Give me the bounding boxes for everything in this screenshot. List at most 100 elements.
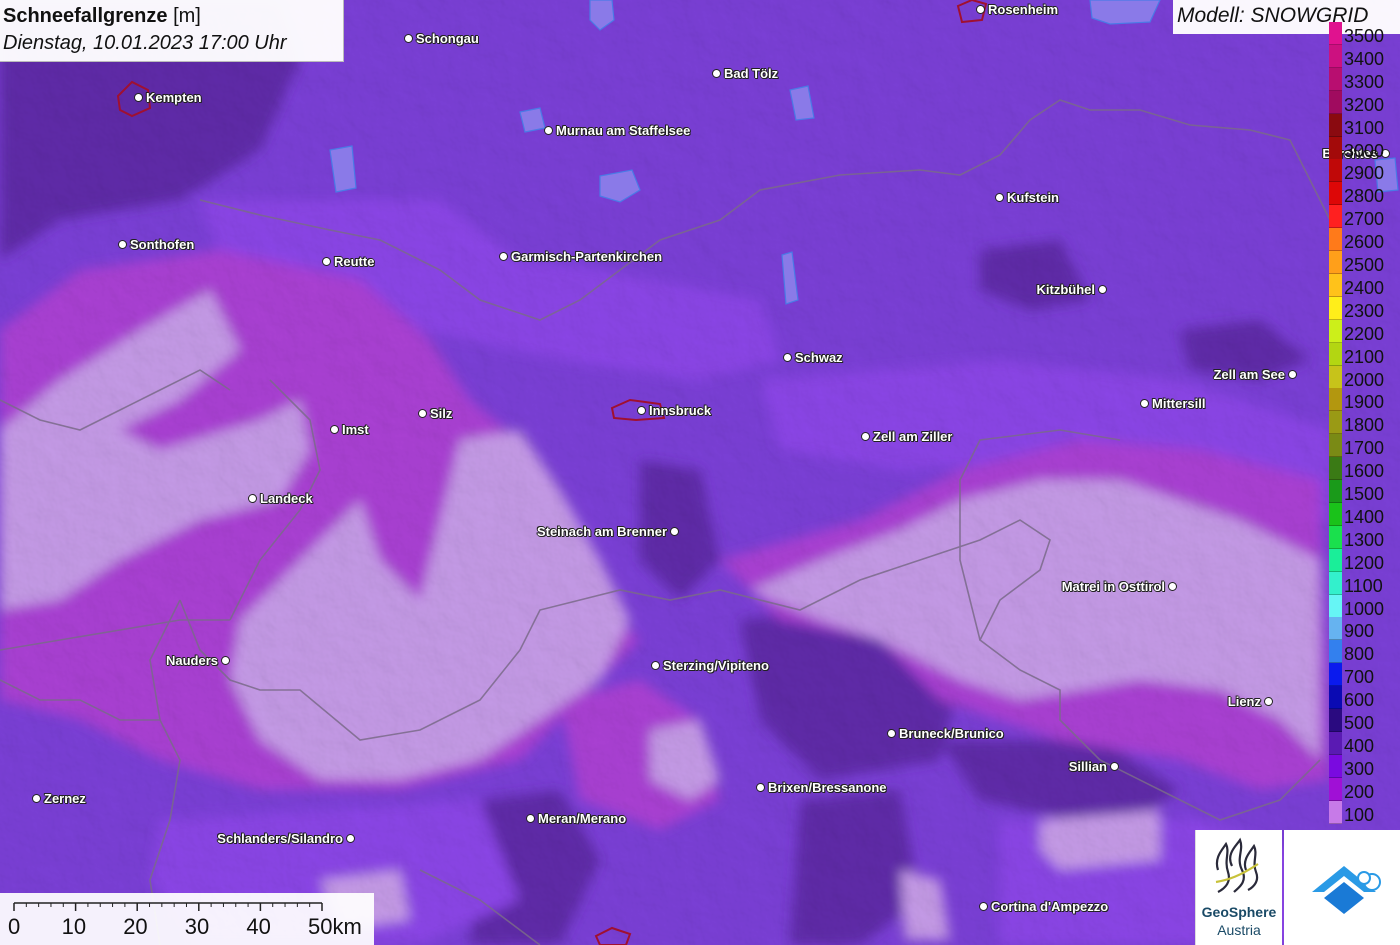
city-nauders[interactable]: Nauders <box>163 653 230 668</box>
legend-label: 700 <box>1344 667 1375 688</box>
city-schongau[interactable]: Schongau <box>404 31 482 46</box>
city-murnau[interactable]: Murnau am Staffelsee <box>544 122 693 138</box>
cloud-house-icon <box>1312 866 1381 914</box>
city-reutte[interactable]: Reutte <box>322 254 377 269</box>
city-dot <box>1110 761 1119 771</box>
legend-swatch <box>1329 22 1342 45</box>
legend-row: 2100 <box>1328 342 1400 367</box>
city-label: Kempten <box>146 89 202 105</box>
legend-label: 1600 <box>1344 461 1385 482</box>
city-dot <box>783 352 792 362</box>
city-dot <box>651 660 660 670</box>
city-schwaz[interactable]: Schwaz <box>783 349 846 365</box>
map-stage[interactable]: Rosenheim Schongau Kempten Bad Tölz Murn… <box>0 0 1400 945</box>
city-mittersill[interactable]: Mittersill <box>1140 396 1208 411</box>
legend-row: 2300 <box>1328 296 1400 320</box>
city-dot <box>221 655 230 665</box>
city-innsbruck[interactable]: Innsbruck <box>637 403 714 418</box>
legend-swatch <box>1329 296 1342 320</box>
map-title: Schneefallgrenze <box>3 5 168 27</box>
legend-label: 400 <box>1344 735 1375 756</box>
city-zell-am-ziller[interactable]: Zell am Ziller <box>861 429 955 444</box>
city-label: Murnau am Staffelsee <box>556 122 691 138</box>
city-sonthofen[interactable]: Sonthofen <box>118 237 197 252</box>
city-label: Schwaz <box>795 349 843 365</box>
city-kufstein[interactable]: Kufstein <box>995 190 1062 205</box>
city-dot <box>1168 581 1177 591</box>
legend-label: 100 <box>1344 804 1375 825</box>
city-silz[interactable]: Silz <box>418 405 455 421</box>
city-dot <box>118 239 127 249</box>
legend-label: 2700 <box>1344 209 1385 230</box>
city-dot <box>248 493 257 503</box>
legend-swatch <box>1329 594 1342 618</box>
legend-row: 1800 <box>1328 411 1400 435</box>
city-label: Bruneck/Brunico <box>899 725 1004 741</box>
legend-label: 200 <box>1344 781 1375 802</box>
city-sillian[interactable]: Sillian <box>1066 759 1119 774</box>
city-bruneck[interactable]: Bruneck/Brunico <box>887 725 1007 741</box>
city-kitzbuehel[interactable]: Kitzbühel <box>1034 281 1107 297</box>
scale-tick-label: 0 <box>8 914 21 939</box>
legend-swatch <box>1329 777 1342 801</box>
legend-swatch <box>1329 411 1342 435</box>
legend-label: 3300 <box>1344 71 1385 92</box>
city-dot <box>346 833 355 843</box>
legend-swatch <box>1329 502 1342 526</box>
snowline-map[interactable] <box>0 0 1400 945</box>
city-dot <box>134 92 143 102</box>
city-sterzing[interactable]: Sterzing/Vipiteno <box>651 658 772 673</box>
legend-row: 1000 <box>1328 594 1400 619</box>
city-landeck[interactable]: Landeck <box>248 490 316 506</box>
legend-label: 900 <box>1344 621 1375 642</box>
city-meran[interactable]: Meran/Merano <box>526 810 629 826</box>
city-rosenheim[interactable]: Rosenheim <box>976 1 1061 17</box>
city-zell-am-see[interactable]: Zell am See <box>1210 367 1297 382</box>
city-imst[interactable]: Imst <box>330 422 372 437</box>
city-label: Zernez <box>44 790 86 806</box>
city-label: Schlanders/Silandro <box>217 830 343 846</box>
legend-swatch <box>1329 182 1342 206</box>
city-label: Cortina d'Ampezzo <box>991 898 1109 914</box>
legend-swatch <box>1329 548 1342 572</box>
legend-swatch <box>1329 44 1342 68</box>
city-label: Landeck <box>260 490 313 506</box>
legend-label: 1700 <box>1344 438 1385 459</box>
city-lienz[interactable]: Lienz <box>1225 694 1273 709</box>
legend-swatch <box>1329 113 1342 137</box>
city-label: Rosenheim <box>988 1 1059 17</box>
geosphere-logo: GeoSphere Austria <box>1195 830 1282 945</box>
city-label: Meran/Merano <box>538 810 627 826</box>
city-dot <box>1098 284 1107 294</box>
legend-swatch <box>1329 205 1342 229</box>
legend-label: 1300 <box>1344 529 1385 550</box>
city-schlanders[interactable]: Schlanders/Silandro <box>214 830 355 846</box>
city-brixen[interactable]: Brixen/Bressanone <box>756 780 890 795</box>
legend-label: 2100 <box>1344 346 1385 367</box>
city-garmisch[interactable]: Garmisch-Partenkirchen <box>499 249 665 264</box>
city-label: Kitzbühel <box>1036 281 1096 297</box>
legend-row: 2800 <box>1328 182 1400 206</box>
city-zernez[interactable]: Zernez <box>32 790 89 806</box>
city-kempten[interactable]: Kempten <box>134 89 205 105</box>
legend-row: 3200 <box>1328 90 1400 114</box>
city-dot <box>976 4 985 14</box>
legend-row: 500 <box>1328 709 1400 732</box>
legend-row: 300 <box>1328 754 1400 778</box>
scale-tick-label: 10 <box>61 914 87 939</box>
city-dot <box>1264 696 1273 706</box>
legend-row: 2900 <box>1328 159 1400 184</box>
legend-label: 1000 <box>1344 598 1385 619</box>
legend-swatch <box>1329 342 1342 366</box>
city-label: Silz <box>430 405 453 421</box>
legend-label: 1200 <box>1344 552 1385 573</box>
city-matrei[interactable]: Matrei in Osttirol <box>1059 579 1177 594</box>
legend-row: 2500 <box>1328 251 1400 274</box>
city-steinach[interactable]: Steinach am Brenner <box>534 524 679 539</box>
legend-label: 2900 <box>1344 163 1385 184</box>
city-bad-toelz[interactable]: Bad Tölz <box>712 66 781 81</box>
legend-row: 1900 <box>1328 388 1400 412</box>
city-cortina[interactable]: Cortina d'Ampezzo <box>979 898 1111 914</box>
scale-bar: 0 10 20 30 40 50km <box>0 893 374 945</box>
legend-label: 1400 <box>1344 506 1385 527</box>
